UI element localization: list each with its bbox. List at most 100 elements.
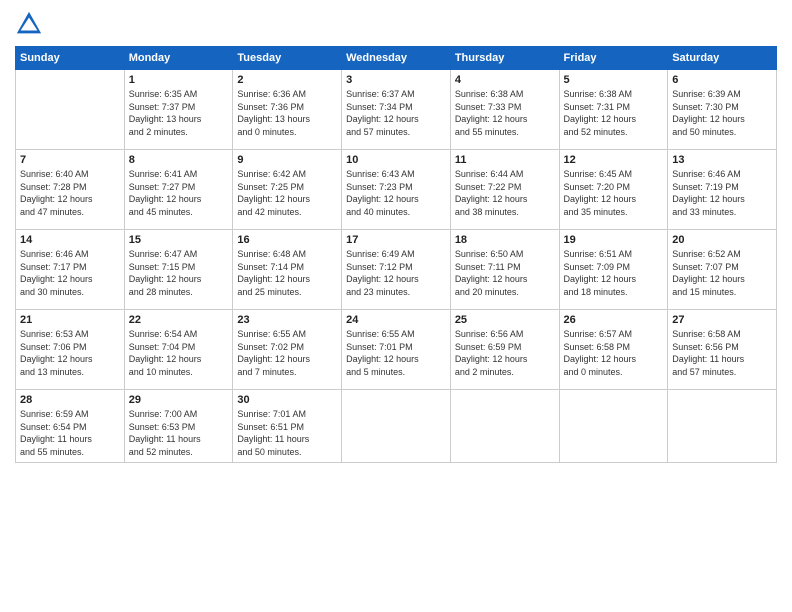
day-number: 19 (564, 234, 664, 246)
day-number: 25 (455, 314, 555, 326)
calendar-cell: 28 Sunrise: 6:59 AM Sunset: 6:54 PM Dayli… (16, 390, 125, 463)
day-info: Sunrise: 6:41 AM Sunset: 7:27 PM Dayligh… (129, 168, 229, 218)
day-info: Sunrise: 6:58 AM Sunset: 6:56 PM Dayligh… (672, 328, 772, 378)
day-info: Sunrise: 6:50 AM Sunset: 7:11 PM Dayligh… (455, 248, 555, 298)
day-info: Sunrise: 6:40 AM Sunset: 7:28 PM Dayligh… (20, 168, 120, 218)
calendar-cell: 5 Sunrise: 6:38 AM Sunset: 7:31 PM Daylig… (559, 70, 668, 150)
day-info: Sunrise: 6:36 AM Sunset: 7:36 PM Dayligh… (237, 88, 337, 138)
day-number: 21 (20, 314, 120, 326)
day-info: Sunrise: 6:38 AM Sunset: 7:33 PM Dayligh… (455, 88, 555, 138)
calendar-cell: 14 Sunrise: 6:46 AM Sunset: 7:17 PM Dayli… (16, 230, 125, 310)
day-number: 9 (237, 154, 337, 166)
day-number: 30 (237, 394, 337, 406)
calendar-cell: 8 Sunrise: 6:41 AM Sunset: 7:27 PM Daylig… (124, 150, 233, 230)
calendar-cell: 11 Sunrise: 6:44 AM Sunset: 7:22 PM Dayli… (450, 150, 559, 230)
day-info: Sunrise: 6:46 AM Sunset: 7:17 PM Dayligh… (20, 248, 120, 298)
day-number: 7 (20, 154, 120, 166)
day-info: Sunrise: 6:51 AM Sunset: 7:09 PM Dayligh… (564, 248, 664, 298)
calendar-cell: 26 Sunrise: 6:57 AM Sunset: 6:58 PM Dayli… (559, 310, 668, 390)
calendar-cell: 1 Sunrise: 6:35 AM Sunset: 7:37 PM Daylig… (124, 70, 233, 150)
day-info: Sunrise: 6:39 AM Sunset: 7:30 PM Dayligh… (672, 88, 772, 138)
day-number: 26 (564, 314, 664, 326)
calendar-cell: 17 Sunrise: 6:49 AM Sunset: 7:12 PM Dayli… (342, 230, 451, 310)
calendar-cell: 4 Sunrise: 6:38 AM Sunset: 7:33 PM Daylig… (450, 70, 559, 150)
calendar-cell: 29 Sunrise: 7:00 AM Sunset: 6:53 PM Dayli… (124, 390, 233, 463)
col-header-friday: Friday (559, 47, 668, 70)
calendar-header-row: SundayMondayTuesdayWednesdayThursdayFrid… (16, 47, 777, 70)
col-header-sunday: Sunday (16, 47, 125, 70)
calendar-cell: 27 Sunrise: 6:58 AM Sunset: 6:56 PM Dayli… (668, 310, 777, 390)
logo-icon (15, 10, 43, 38)
day-number: 16 (237, 234, 337, 246)
day-info: Sunrise: 6:47 AM Sunset: 7:15 PM Dayligh… (129, 248, 229, 298)
day-info: Sunrise: 6:38 AM Sunset: 7:31 PM Dayligh… (564, 88, 664, 138)
day-number: 20 (672, 234, 772, 246)
calendar-cell: 16 Sunrise: 6:48 AM Sunset: 7:14 PM Dayli… (233, 230, 342, 310)
day-info: Sunrise: 6:35 AM Sunset: 7:37 PM Dayligh… (129, 88, 229, 138)
calendar-cell: 9Sunrise: 6:42 AM Sunset: 7:25 PM Daylig… (233, 150, 342, 230)
day-info: Sunrise: 6:44 AM Sunset: 7:22 PM Dayligh… (455, 168, 555, 218)
day-number: 6 (672, 74, 772, 86)
day-info: Sunrise: 6:45 AM Sunset: 7:20 PM Dayligh… (564, 168, 664, 218)
day-number: 23 (237, 314, 337, 326)
day-info: Sunrise: 6:59 AM Sunset: 6:54 PM Dayligh… (20, 408, 120, 458)
day-number: 10 (346, 154, 446, 166)
day-info: Sunrise: 7:00 AM Sunset: 6:53 PM Dayligh… (129, 408, 229, 458)
calendar-cell: 19 Sunrise: 6:51 AM Sunset: 7:09 PM Dayli… (559, 230, 668, 310)
calendar-cell: 2 Sunrise: 6:36 AM Sunset: 7:36 PM Daylig… (233, 70, 342, 150)
calendar-week-0: 1 Sunrise: 6:35 AM Sunset: 7:37 PM Daylig… (16, 70, 777, 150)
calendar-table: SundayMondayTuesdayWednesdayThursdayFrid… (15, 46, 777, 463)
day-number: 8 (129, 154, 229, 166)
day-info: Sunrise: 6:56 AM Sunset: 6:59 PM Dayligh… (455, 328, 555, 378)
day-number: 24 (346, 314, 446, 326)
calendar-cell (559, 390, 668, 463)
day-info: Sunrise: 6:43 AM Sunset: 7:23 PM Dayligh… (346, 168, 446, 218)
day-number: 28 (20, 394, 120, 406)
day-number: 18 (455, 234, 555, 246)
calendar-cell: 20 Sunrise: 6:52 AM Sunset: 7:07 PM Dayli… (668, 230, 777, 310)
day-info: Sunrise: 6:54 AM Sunset: 7:04 PM Dayligh… (129, 328, 229, 378)
calendar-cell: 30 Sunrise: 7:01 AM Sunset: 6:51 PM Dayli… (233, 390, 342, 463)
day-info: Sunrise: 6:57 AM Sunset: 6:58 PM Dayligh… (564, 328, 664, 378)
calendar-cell: 6 Sunrise: 6:39 AM Sunset: 7:30 PM Daylig… (668, 70, 777, 150)
day-info: Sunrise: 6:52 AM Sunset: 7:07 PM Dayligh… (672, 248, 772, 298)
calendar-cell (16, 70, 125, 150)
calendar-cell: 25 Sunrise: 6:56 AM Sunset: 6:59 PM Dayli… (450, 310, 559, 390)
day-number: 15 (129, 234, 229, 246)
calendar-week-1: 7 Sunrise: 6:40 AM Sunset: 7:28 PM Daylig… (16, 150, 777, 230)
day-number: 29 (129, 394, 229, 406)
day-info: Sunrise: 6:37 AM Sunset: 7:34 PM Dayligh… (346, 88, 446, 138)
day-number: 27 (672, 314, 772, 326)
day-number: 17 (346, 234, 446, 246)
calendar-cell: 7 Sunrise: 6:40 AM Sunset: 7:28 PM Daylig… (16, 150, 125, 230)
day-info: Sunrise: 7:01 AM Sunset: 6:51 PM Dayligh… (237, 408, 337, 458)
day-number: 4 (455, 74, 555, 86)
col-header-wednesday: Wednesday (342, 47, 451, 70)
calendar-week-2: 14 Sunrise: 6:46 AM Sunset: 7:17 PM Dayli… (16, 230, 777, 310)
day-number: 2 (237, 74, 337, 86)
day-number: 11 (455, 154, 555, 166)
day-info: Sunrise: 6:48 AM Sunset: 7:14 PM Dayligh… (237, 248, 337, 298)
calendar-cell: 13 Sunrise: 6:46 AM Sunset: 7:19 PM Dayli… (668, 150, 777, 230)
col-header-saturday: Saturday (668, 47, 777, 70)
calendar-cell: 18 Sunrise: 6:50 AM Sunset: 7:11 PM Dayli… (450, 230, 559, 310)
calendar-cell (450, 390, 559, 463)
day-number: 12 (564, 154, 664, 166)
calendar-cell: 15 Sunrise: 6:47 AM Sunset: 7:15 PM Dayli… (124, 230, 233, 310)
day-info: Sunrise: 6:49 AM Sunset: 7:12 PM Dayligh… (346, 248, 446, 298)
day-info: Sunrise: 6:46 AM Sunset: 7:19 PM Dayligh… (672, 168, 772, 218)
calendar-cell: 10 Sunrise: 6:43 AM Sunset: 7:23 PM Dayli… (342, 150, 451, 230)
day-info: Sunrise: 6:53 AM Sunset: 7:06 PM Dayligh… (20, 328, 120, 378)
calendar-cell: 21 Sunrise: 6:53 AM Sunset: 7:06 PM Dayli… (16, 310, 125, 390)
day-number: 13 (672, 154, 772, 166)
calendar-cell: 24Sunrise: 6:55 AM Sunset: 7:01 PM Dayli… (342, 310, 451, 390)
calendar-cell (668, 390, 777, 463)
calendar-cell: 12 Sunrise: 6:45 AM Sunset: 7:20 PM Dayli… (559, 150, 668, 230)
calendar-cell: 22Sunrise: 6:54 AM Sunset: 7:04 PM Dayli… (124, 310, 233, 390)
day-number: 3 (346, 74, 446, 86)
day-number: 5 (564, 74, 664, 86)
day-number: 14 (20, 234, 120, 246)
logo (15, 10, 47, 38)
day-number: 1 (129, 74, 229, 86)
calendar-cell (342, 390, 451, 463)
